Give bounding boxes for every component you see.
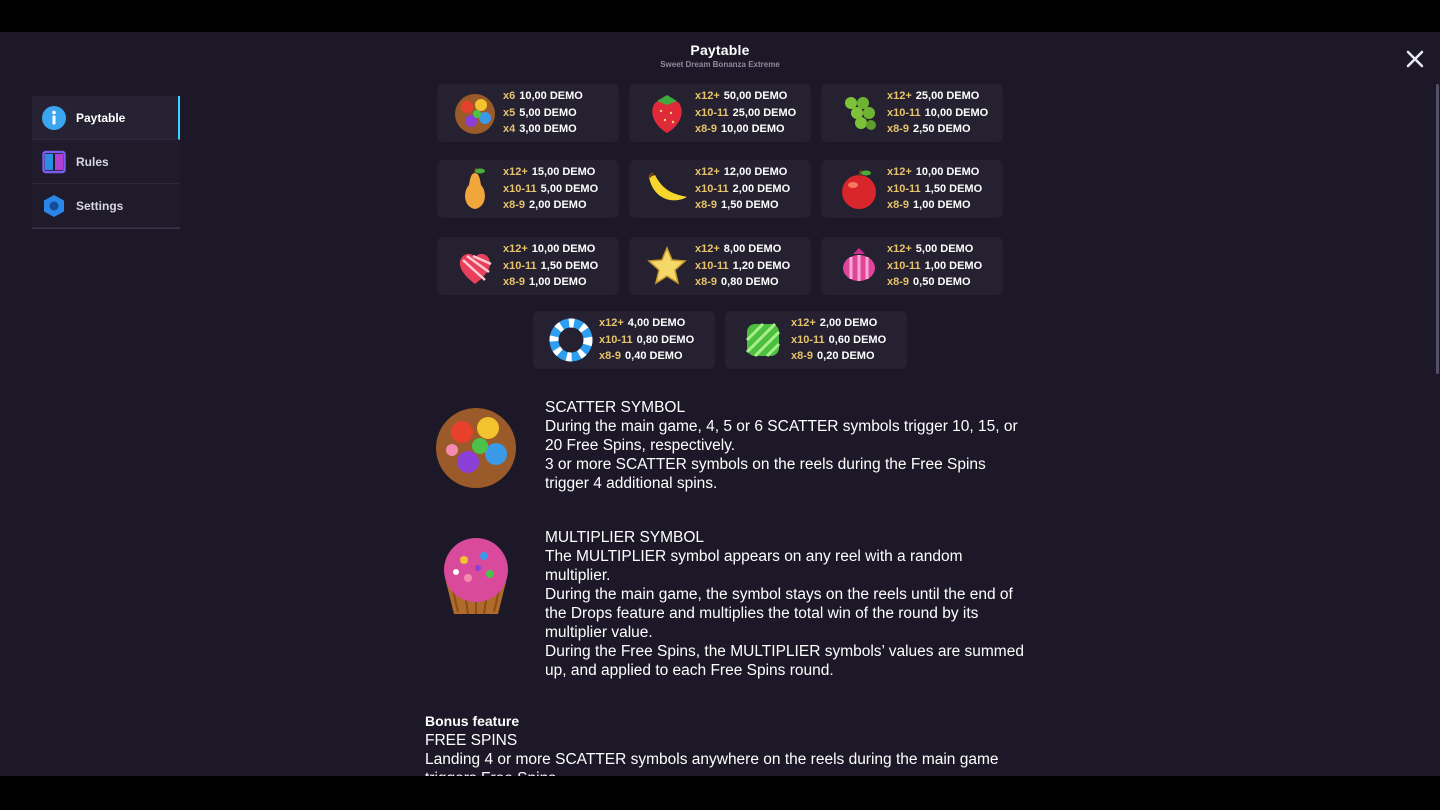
bonus-section: Bonus feature FREE SPINS Landing 4 or mo… <box>425 712 1045 776</box>
payout-list: x12+ 8,00 DEMO x10-11 1,20 DEMO x8-9 0,80 D… <box>695 243 791 289</box>
scatter-line: During the main game, 4, 5 or 6 SCATTER … <box>545 418 1018 454</box>
multiplier-heading: MULTIPLIER SYMBOL <box>545 529 705 546</box>
pear-icon <box>465 167 485 209</box>
paytable-card-pink-candy: x12+ 5,00 DEMO x10-11 1,00 DEMO x8-9 0,50 D… <box>821 237 1003 295</box>
multiplier-line: The MULTIPLIER symbol appears on any ree… <box>545 548 963 584</box>
strawberry-icon <box>652 95 682 133</box>
page-title: Paytable <box>690 42 750 58</box>
multiplier-description: MULTIPLIER SYMBOL The MULTIPLIER symbol … <box>545 528 1025 680</box>
sidebar-item-label: Paytable <box>76 110 126 125</box>
paytable-card-star-candy: x12+ 8,00 DEMO x10-11 1,20 DEMO x8-9 0,80 D… <box>629 237 811 295</box>
scatter-line: 3 or more SCATTER symbols on the reels d… <box>545 456 986 492</box>
sidebar-item-label: Settings <box>76 198 124 213</box>
scatter-symbol-icon <box>436 408 516 488</box>
sidebar-item-settings[interactable]: Settings <box>32 184 180 228</box>
hexagon-icon <box>44 194 64 217</box>
paytable-card-pear: x12+ 15,00 DEMO x10-11 5,00 DEMO x8-9 2,00 … <box>437 160 619 218</box>
payout-list: x12+ 2,00 DEMO x10-11 0,60 DEMO x8-9 0,20 D… <box>791 317 887 363</box>
banana-icon <box>647 171 687 201</box>
game-subtitle: Sweet Dream Bonanza Extreme <box>660 60 780 69</box>
grapes-icon <box>845 97 876 130</box>
multiplier-line: During the main game, the symbol stays o… <box>545 586 1013 641</box>
bonus-heading: Bonus feature <box>425 713 520 729</box>
multiplier-section: MULTIPLIER SYMBOL The MULTIPLIER symbol … <box>428 528 1028 688</box>
multiplier-line: During the Free Spins, the MULTIPLIER sy… <box>545 643 1024 679</box>
sidebar-item-label: Rules <box>76 154 109 169</box>
sidebar-item-rules[interactable]: Rules <box>32 140 180 184</box>
sidebar-item-paytable[interactable]: Paytable <box>32 96 180 140</box>
bonus-text: Landing 4 or more SCATTER symbols anywhe… <box>425 751 999 776</box>
payout-list: x12+ 12,00 DEMO x10-11 2,00 DEMO x8-9 1,50 … <box>695 166 791 212</box>
green-striped-candy-icon <box>745 322 781 358</box>
payout-list: x12+ 10,00 DEMO x10-11 1,50 DEMO x8-9 1,00 … <box>503 243 599 289</box>
paytable-card-grapes: x12+ 25,00 DEMO x10-11 10,00 DEMO x8-9 2,50… <box>821 84 1003 142</box>
paytable-panel: Paytable Sweet Dream Bonanza Extreme Pay… <box>0 32 1440 776</box>
bonus-subheading: FREE SPINS <box>425 732 518 749</box>
payout-list: x6 10,00 DEMO x5 5,00 DEMO x4 3,00 DEMO <box>503 90 583 136</box>
header: Paytable Sweet Dream Bonanza Extreme <box>0 32 1440 69</box>
paytable-card-strawberry: x12+ 50,00 DEMO x10-11 25,00 DEMO x8-9 10,0… <box>629 84 811 142</box>
star-candy-icon <box>647 246 687 285</box>
payout-list: x12+ 15,00 DEMO x10-11 5,00 DEMO x8-9 2,00 … <box>503 166 599 212</box>
paytable-card-blue-ring: x12+ 4,00 DEMO x10-11 0,80 DEMO x8-9 0,40 D… <box>533 311 715 369</box>
scatter-candy-icon <box>455 94 495 134</box>
scatter-section: SCATTER SYMBOL During the main game, 4, … <box>428 398 1028 518</box>
pink-candy-icon <box>843 248 875 281</box>
paytable-card-heart-candy: x12+ 10,00 DEMO x10-11 1,50 DEMO x8-9 1,00 … <box>437 237 619 295</box>
paytable-card-apple: x12+ 10,00 DEMO x10-11 1,50 DEMO x8-9 1,00 … <box>821 160 1003 218</box>
payout-list: x12+ 10,00 DEMO x10-11 1,50 DEMO x8-9 1,00 … <box>887 166 983 212</box>
payout-list: x12+ 5,00 DEMO x10-11 1,00 DEMO x8-9 0,50 D… <box>887 243 983 289</box>
payout-list: x12+ 25,00 DEMO x10-11 10,00 DEMO x8-9 2,50… <box>887 90 989 136</box>
apple-icon <box>842 169 876 209</box>
scrollbar[interactable] <box>1436 84 1439 374</box>
heart-candy-icon <box>459 253 492 284</box>
sidebar: Paytable Rules Settings <box>32 96 180 229</box>
book-icon <box>42 150 66 173</box>
blue-ring-candy-icon <box>549 318 593 362</box>
close-icon[interactable] <box>1402 46 1428 72</box>
payout-list: x12+ 50,00 DEMO x10-11 25,00 DEMO x8-9 10,0… <box>695 90 797 136</box>
paytable-card-scatter: x6 10,00 DEMO x5 5,00 DEMO x4 3,00 DEMO <box>437 84 619 142</box>
paytable-card-green-candy: x12+ 2,00 DEMO x10-11 0,60 DEMO x8-9 0,20 D… <box>725 311 907 369</box>
multiplier-symbol-icon <box>444 538 508 615</box>
scatter-heading: SCATTER SYMBOL <box>545 399 686 416</box>
scatter-description: SCATTER SYMBOL During the main game, 4, … <box>545 398 1025 493</box>
payout-list: x12+ 4,00 DEMO x10-11 0,80 DEMO x8-9 0,40 D… <box>599 317 695 363</box>
paytable-card-banana: x12+ 12,00 DEMO x10-11 2,00 DEMO x8-9 1,50 … <box>629 160 811 218</box>
info-icon <box>42 105 66 130</box>
